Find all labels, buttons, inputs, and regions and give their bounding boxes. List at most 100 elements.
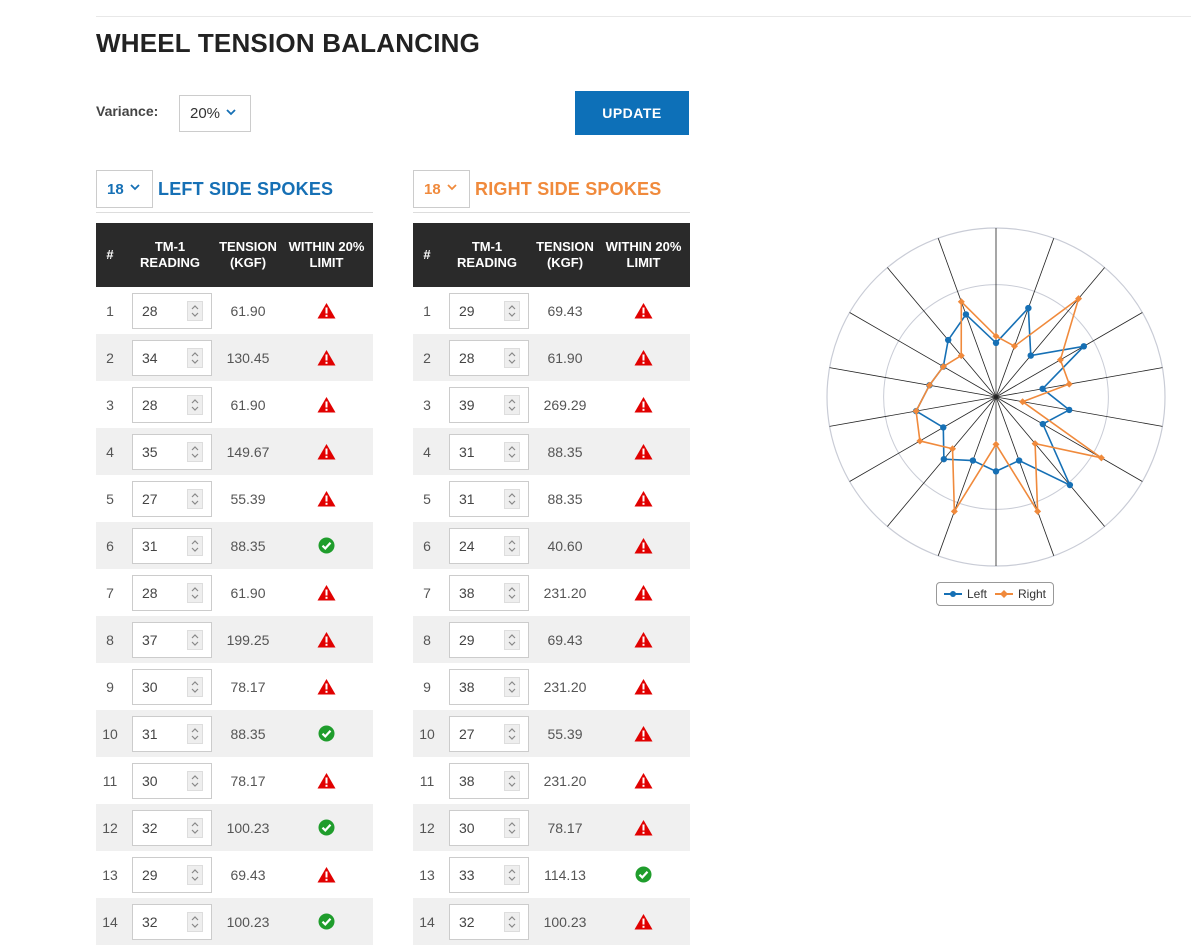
reading-stepper[interactable]: 29 [449,621,529,658]
radar-spoke-axis [995,396,1055,556]
spoke-number: 2 [423,349,431,366]
spoke-number: 1 [423,302,431,319]
spoke-number: 9 [106,678,114,695]
stepper-arrows-icon[interactable] [187,535,203,556]
left-header-col-3: TENSION (KGF) [219,239,277,270]
stepper-arrows-icon[interactable] [504,864,520,885]
stepper-arrows-icon[interactable] [504,441,520,462]
stepper-arrows-icon[interactable] [504,770,520,791]
reading-cell: 37 [124,621,216,658]
reading-stepper[interactable]: 34 [132,339,212,376]
stepper-arrows-icon[interactable] [504,629,520,650]
spoke-number: 5 [423,490,431,507]
variance-select[interactable]: 20% [179,95,251,132]
reading-stepper[interactable]: 28 [132,386,212,423]
stepper-arrows-icon[interactable] [187,770,203,791]
table-row: 8 29 69.43 [413,616,690,663]
reading-stepper[interactable]: 27 [132,480,212,517]
left-spokes-table: # TM-1 READING TENSION (KGF) WITHIN 20% LIM… [96,223,373,945]
stepper-arrows-icon[interactable] [187,723,203,744]
reading-stepper[interactable]: 39 [449,386,529,423]
reading-stepper[interactable]: 32 [132,903,212,940]
stepper-arrows-icon[interactable] [504,817,520,838]
reading-stepper[interactable]: 30 [132,668,212,705]
reading-stepper[interactable]: 31 [449,480,529,517]
radar-series-right [915,296,1102,515]
stepper-arrows-icon[interactable] [504,911,520,932]
stepper-arrows-icon[interactable] [187,582,203,603]
stepper-arrows-icon[interactable] [187,441,203,462]
reading-cell: 24 [441,527,533,564]
stepper-arrows-icon[interactable] [187,629,203,650]
reading-stepper[interactable]: 29 [449,292,529,329]
reading-stepper[interactable]: 38 [449,668,529,705]
reading-cell: 28 [124,574,216,611]
stepper-arrows-icon[interactable] [504,582,520,603]
reading-stepper[interactable]: 37 [132,621,212,658]
spoke-number: 3 [106,396,114,413]
stepper-arrows-icon[interactable] [504,488,520,509]
right-spoke-count-select[interactable]: 18 [413,170,470,208]
reading-stepper[interactable]: 27 [449,715,529,752]
reading-stepper[interactable]: 29 [132,856,212,893]
reading-stepper[interactable]: 31 [132,527,212,564]
stepper-arrows-icon[interactable] [504,535,520,556]
chart-legend[interactable]: Left Right [936,582,1054,606]
stepper-arrows-icon[interactable] [187,300,203,321]
warning-icon [597,819,690,836]
legend-item-right[interactable]: Right [995,587,1046,601]
stepper-arrows-icon[interactable] [504,676,520,697]
tension-radar-chart [826,227,1166,567]
stepper-arrows-icon[interactable] [187,911,203,932]
reading-cell: 29 [124,856,216,893]
warning-icon [597,396,690,413]
reading-value: 38 [459,772,475,789]
reading-stepper[interactable]: 30 [449,809,529,846]
tension-value: 199.25 [226,631,270,648]
reading-value: 27 [459,725,475,742]
reading-stepper[interactable]: 30 [132,762,212,799]
warning-icon [280,302,373,319]
reading-stepper[interactable]: 24 [449,527,529,564]
reading-stepper[interactable]: 28 [449,339,529,376]
reading-stepper[interactable]: 38 [449,574,529,611]
spoke-number: 1 [106,302,114,319]
tension-value: 100.23 [226,913,270,930]
stepper-arrows-icon[interactable] [187,676,203,697]
reading-stepper[interactable]: 32 [449,903,529,940]
check-icon [597,866,690,883]
reading-stepper[interactable]: 38 [449,762,529,799]
reading-value: 38 [459,678,475,695]
stepper-arrows-icon[interactable] [504,347,520,368]
left-spoke-count-select[interactable]: 18 [96,170,153,208]
reading-value: 32 [142,819,158,836]
table-row: 9 30 78.17 [96,663,373,710]
reading-cell: 31 [441,480,533,517]
radar-point-right [916,437,924,445]
legend-item-left[interactable]: Left [943,587,987,601]
stepper-arrows-icon[interactable] [504,394,520,415]
stepper-arrows-icon[interactable] [504,723,520,744]
stepper-arrows-icon[interactable] [187,488,203,509]
reading-stepper[interactable]: 33 [449,856,529,893]
top-divider [96,16,1191,17]
stepper-arrows-icon[interactable] [187,817,203,838]
reading-value: 27 [142,490,158,507]
warning-icon [597,584,690,601]
reading-stepper[interactable]: 28 [132,574,212,611]
reading-cell: 34 [124,339,216,376]
spoke-number: 6 [423,537,431,554]
reading-value: 31 [459,443,475,460]
stepper-arrows-icon[interactable] [504,300,520,321]
reading-stepper[interactable]: 32 [132,809,212,846]
stepper-arrows-icon[interactable] [187,864,203,885]
update-button[interactable]: UPDATE [575,91,689,135]
stepper-arrows-icon[interactable] [187,347,203,368]
reading-stepper[interactable]: 28 [132,292,212,329]
reading-stepper[interactable]: 31 [132,715,212,752]
stepper-arrows-icon[interactable] [187,394,203,415]
reading-stepper[interactable]: 31 [449,433,529,470]
reading-stepper[interactable]: 35 [132,433,212,470]
check-icon [280,819,373,836]
spoke-number: 5 [106,490,114,507]
